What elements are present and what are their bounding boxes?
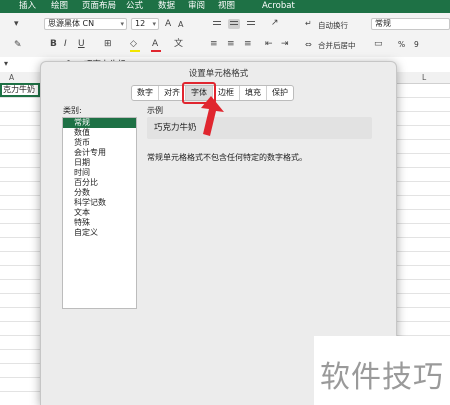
column-l-header[interactable]: L [422,72,426,83]
tab-page-layout[interactable]: 页面布局 [80,1,118,12]
fill-color-icon[interactable]: ◇ [130,39,137,49]
increase-indent-icon[interactable]: ⇥ [281,39,289,49]
merge-icon: ⇔ [305,40,312,49]
tab-number[interactable]: 数字 [132,86,159,100]
phonetic-icon[interactable]: 文 [174,39,183,49]
category-date[interactable]: 日期 [63,158,136,168]
align-center-icon[interactable]: ≡ [227,39,235,49]
category-number[interactable]: 数值 [63,128,136,138]
tab-fill[interactable]: 填充 [240,86,267,100]
align-middle-button[interactable] [228,19,240,29]
wrap-text-button[interactable]: 自动换行 [318,20,348,31]
align-left-icon[interactable]: ≡ [210,39,218,49]
font-name-select[interactable]: 思源黑体 CN ▾ [44,18,127,30]
watermark: 软件技巧 [320,360,444,395]
dialog-title: 设置单元格格式 [188,69,249,79]
tab-view[interactable]: 视图 [216,1,237,12]
format-description: 常规单元格格式不包含任何特定的数字格式。 [147,153,307,162]
align-bottom-button[interactable] [245,19,257,29]
category-currency[interactable]: 货币 [63,138,136,148]
decrease-font-icon[interactable]: A [178,20,183,30]
align-top-button[interactable] [211,19,223,29]
category-percentage[interactable]: 百分比 [63,178,136,188]
chevron-down-icon: ▾ [152,20,156,28]
tab-formulas[interactable]: 公式 [124,1,145,12]
font-size-value: 12 [135,19,146,28]
red-arrow-icon [201,96,224,136]
format-painter-icon[interactable]: ✎ [14,40,22,50]
category-text[interactable]: 文本 [63,208,136,218]
orientation-icon[interactable]: ↗ [271,18,279,28]
currency-icon[interactable]: ▭ [374,39,383,49]
category-time[interactable]: 时间 [63,168,136,178]
underline-icon[interactable]: U [78,39,85,49]
category-list[interactable]: 常规 数值 货币 会计专用 日期 时间 百分比 分数 科学记数 文本 特殊 自定… [62,117,137,309]
category-label: 类别: [63,106,82,115]
align-right-icon[interactable]: ≡ [244,39,252,49]
ribbon: ▾ ✎ 思源黑体 CN ▾ 12 ▾ A A ↗ ↵ 自动换行 常规 B I U… [0,13,450,58]
tab-draw[interactable]: 绘图 [49,1,70,12]
category-general[interactable]: 常规 [63,118,136,128]
fill-color-swatch [130,50,140,52]
tab-review[interactable]: 审阅 [186,1,207,12]
category-special[interactable]: 特殊 [63,218,136,228]
italic-icon[interactable]: I [64,39,67,49]
category-accounting[interactable]: 会计专用 [63,148,136,158]
category-fraction[interactable]: 分数 [63,188,136,198]
tab-acrobat[interactable]: Acrobat [260,1,297,12]
borders-icon[interactable]: ⊞ [104,39,112,49]
decrease-indent-icon[interactable]: ⇤ [265,39,273,49]
tab-protection[interactable]: 保护 [267,86,293,100]
name-box-chevron-icon[interactable]: ▾ [4,59,8,69]
bold-icon[interactable]: B [50,39,57,49]
sample-label: 示例 [147,106,163,115]
ribbon-tab-bar: 插入 绘图 页面布局 公式 数据 审阅 视图 Acrobat [0,0,450,13]
percent-button[interactable]: % [398,40,405,49]
tab-data[interactable]: 数据 [156,1,177,12]
font-color-icon[interactable]: A [152,39,158,49]
font-name-value: 思源黑体 CN [48,19,95,28]
tab-insert[interactable]: 插入 [17,1,38,12]
font-size-select[interactable]: 12 ▾ [131,18,159,30]
category-custom[interactable]: 自定义 [63,228,136,238]
category-scientific[interactable]: 科学记数 [63,198,136,208]
cell-a1[interactable]: 克力牛奶 [0,83,40,97]
paste-icon[interactable]: ▾ [14,19,19,29]
increase-font-icon[interactable]: A [165,19,171,29]
chevron-down-icon: ▾ [120,20,124,28]
font-color-swatch [151,50,161,52]
comma-style-button[interactable]: 9 [414,40,419,49]
number-format-value: 常规 [375,19,391,28]
wrap-text-icon: ↵ [305,19,312,28]
sample-preview: 巧克力牛奶 [147,117,372,139]
number-format-select[interactable]: 常规 [371,18,450,30]
column-a-header[interactable]: A [9,72,14,83]
merge-center-button[interactable]: 合并后居中 [318,40,356,51]
